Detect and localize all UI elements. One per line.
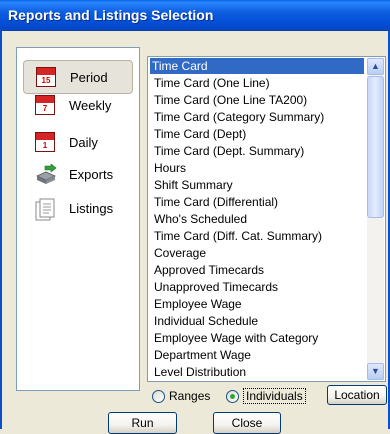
calendar-daily-icon: 1 [35, 132, 55, 152]
list-item[interactable]: Time Card (Dept) [152, 126, 362, 142]
report-type-panel: 15 Period 7 Weekly 1 Daily Exports Listi… [16, 47, 140, 391]
list-item[interactable]: Hours [152, 160, 362, 176]
nav-item-exports[interactable]: Exports [23, 158, 131, 190]
report-list-scrollbar[interactable]: ▲ ▼ [367, 58, 384, 380]
nav-item-listings[interactable]: Listings [23, 192, 131, 224]
window-title: Reports and Listings Selection [8, 7, 214, 23]
list-item[interactable]: Coverage [152, 245, 362, 261]
list-item[interactable]: Time Card (Category Summary) [152, 109, 362, 125]
scroll-up-button[interactable]: ▲ [367, 58, 384, 75]
nav-item-label: Listings [69, 201, 114, 216]
listing-document-icon [35, 198, 55, 221]
nav-item-daily[interactable]: 1 Daily [23, 126, 131, 158]
list-item[interactable]: Time Card (One Line TA200) [152, 92, 362, 108]
chevron-up-icon: ▲ [371, 61, 380, 71]
list-item[interactable]: Department Wage [152, 347, 362, 363]
location-button[interactable]: Location [327, 385, 387, 405]
list-item[interactable]: Level Distribution [152, 364, 362, 380]
list-item[interactable]: Time Card (One Line) [152, 75, 362, 91]
nav-item-label: Weekly [69, 98, 112, 113]
radio-indicator [152, 390, 165, 403]
chevron-down-icon: ▼ [371, 366, 380, 376]
nav-item-weekly[interactable]: 7 Weekly [23, 89, 131, 121]
nav-item-label: Daily [69, 135, 98, 150]
scroll-down-button[interactable]: ▼ [367, 363, 384, 380]
close-button[interactable]: Close [213, 412, 281, 434]
list-item[interactable]: Employee Wage [152, 296, 362, 312]
calendar-period-icon: 15 [36, 67, 56, 87]
export-icon [35, 163, 57, 184]
ranges-radio-label: Ranges [169, 389, 211, 403]
nav-item-label: Period [70, 70, 108, 85]
list-item[interactable]: Individual Schedule [152, 313, 362, 329]
report-list[interactable]: Time Card Time Card (One Line) Time Card… [147, 56, 386, 382]
scroll-thumb[interactable] [367, 76, 384, 218]
list-item[interactable]: Shift Summary [152, 177, 362, 193]
nav-item-label: Exports [69, 167, 114, 182]
list-item[interactable]: Time Card [150, 58, 364, 74]
title-bar[interactable]: Reports and Listings Selection [0, 0, 390, 31]
radio-indicator [226, 390, 239, 403]
list-item[interactable]: Time Card (Differential) [152, 194, 362, 210]
list-item[interactable]: Employee Wage with Category [152, 330, 362, 346]
list-item[interactable]: Who's Scheduled [152, 211, 362, 227]
run-button[interactable]: Run [108, 412, 177, 434]
calendar-weekly-icon: 7 [35, 95, 55, 115]
list-item[interactable]: Time Card (Diff. Cat. Summary) [152, 228, 362, 244]
list-item[interactable]: Time Card (Dept. Summary) [152, 143, 362, 159]
individuals-radio-label: Individuals [243, 388, 306, 404]
list-item[interactable]: Approved Timecards [152, 262, 362, 278]
list-item[interactable]: Unapproved Timecards [152, 279, 362, 295]
